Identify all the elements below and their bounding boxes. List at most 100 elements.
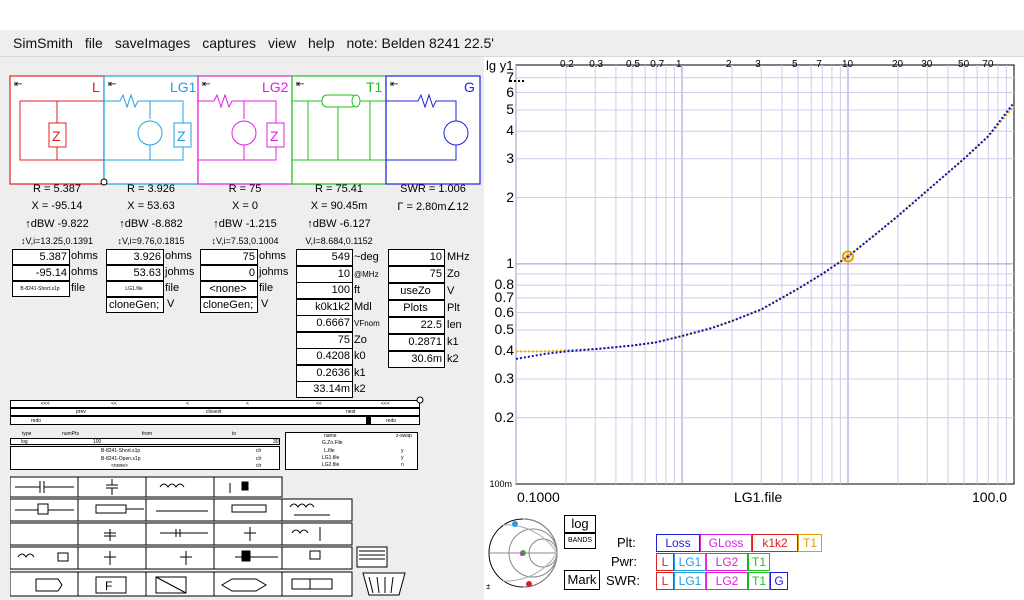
- t1-field-7[interactable]: 0.2636: [296, 364, 353, 382]
- plt-toggle-loss[interactable]: Loss: [656, 534, 700, 552]
- file-clr-1[interactable]: clr: [256, 448, 261, 454]
- log-button[interactable]: log: [564, 515, 596, 533]
- swr-toggle-l[interactable]: L: [656, 572, 674, 590]
- l-x-input[interactable]: -95.14: [12, 265, 70, 281]
- menu-simsmith[interactable]: SimSmith: [0, 35, 79, 51]
- sweep-prev[interactable]: prev: [76, 409, 86, 415]
- menu-save-images[interactable]: saveImages: [109, 35, 196, 51]
- lg2-x-input[interactable]: 0: [200, 265, 258, 281]
- y-tick-11: 0.4: [494, 342, 514, 359]
- label-g: G: [464, 79, 475, 95]
- g-field-5[interactable]: 0.2871: [388, 334, 445, 351]
- menu-view[interactable]: view: [262, 35, 302, 51]
- file-clr-2[interactable]: clr: [256, 456, 261, 462]
- map-row-3-swap[interactable]: y: [401, 455, 404, 461]
- t1-field-4[interactable]: 0.6667: [296, 315, 353, 332]
- lg2-clone-input[interactable]: cloneGen;: [200, 297, 258, 313]
- lg1-r-input[interactable]: 3.926: [106, 249, 164, 265]
- mark-button[interactable]: Mark: [564, 570, 600, 590]
- map-row-4-swap[interactable]: n: [401, 462, 404, 468]
- sweep-undo[interactable]: redo: [31, 418, 41, 424]
- pwr-toggle-lg2[interactable]: LG2: [706, 553, 748, 571]
- l-r-input[interactable]: 5.387: [12, 249, 70, 265]
- g-field-4[interactable]: 22.5: [388, 317, 445, 334]
- file-item-1[interactable]: B-8241-Short.s1p: [101, 448, 140, 454]
- file-item-3[interactable]: <none>: [111, 463, 128, 469]
- file-item-2[interactable]: B-8241-Open.s1p: [101, 456, 140, 462]
- plt-toggle-k1k2[interactable]: k1k2: [752, 534, 798, 552]
- sweep-btn-5[interactable]: <<: [316, 401, 322, 407]
- lg2-r-input[interactable]: 75: [200, 249, 258, 265]
- sweep-redo[interactable]: redo: [386, 418, 396, 424]
- cell-numpts[interactable]: 100: [93, 439, 101, 445]
- y-tick-12: 0.3: [494, 369, 514, 386]
- smith-chart-icon[interactable]: ±: [486, 513, 562, 593]
- menu-note[interactable]: note: Belden 8241 22.5': [340, 35, 499, 51]
- t1-field-8[interactable]: 33.14m: [296, 381, 353, 398]
- g-field-0[interactable]: 10: [388, 249, 445, 266]
- x-left-label: 0.1000: [517, 489, 560, 505]
- y-tick-13: 0.2: [494, 408, 514, 425]
- sweep-next[interactable]: next: [346, 409, 355, 415]
- plt-toggle-gloss[interactable]: GLoss: [700, 534, 752, 552]
- t1-field-2[interactable]: 100: [296, 282, 353, 299]
- pwr-toggle-lg1[interactable]: LG1: [674, 553, 706, 571]
- map-row-1-name[interactable]: G.Zo.File: [322, 440, 343, 446]
- t1-field-5[interactable]: 75: [296, 331, 353, 349]
- t1-field-0[interactable]: 549: [296, 249, 353, 266]
- lg1-file-input[interactable]: LG1.file: [106, 281, 164, 297]
- g-field-2[interactable]: useZo: [388, 283, 445, 300]
- sweep-separator: [366, 417, 371, 424]
- plot-area[interactable]: lg y1 0.2 0.3 0.5 0.7 1 2 3 5 7 10 20 30 50 70 765432…: [484, 57, 1024, 507]
- hdr-from: from: [142, 431, 152, 437]
- menu-captures[interactable]: captures: [196, 35, 262, 51]
- g-unit-4: len: [447, 319, 462, 331]
- swr-toggle-t1[interactable]: T1: [748, 572, 770, 590]
- y-tick-8: 0.7: [494, 288, 514, 305]
- t1-unit-1: @MHz: [354, 269, 379, 279]
- g-unit-6: k2: [447, 353, 459, 365]
- lg1-x-input[interactable]: 53.63: [106, 265, 164, 281]
- lg2-file-input[interactable]: <none>: [200, 281, 258, 297]
- g-unit-1: Zo: [447, 268, 460, 280]
- swr-toggle-lg2[interactable]: LG2: [706, 572, 748, 590]
- menu-help[interactable]: help: [302, 35, 340, 51]
- pwr-toggle-t1[interactable]: T1: [748, 553, 770, 571]
- cell-type[interactable]: log: [21, 439, 28, 445]
- g-field-3[interactable]: Plots: [388, 300, 445, 317]
- sweep-btn-3[interactable]: <: [186, 401, 189, 407]
- sweep-btn-4[interactable]: <: [246, 401, 249, 407]
- l-file-input[interactable]: B-8241-Short.s1p: [12, 281, 70, 297]
- file-clr-3[interactable]: clr: [256, 463, 261, 469]
- pwr-toggle-l[interactable]: L: [656, 553, 674, 571]
- swr-toggle-g[interactable]: G: [770, 572, 788, 590]
- l-r-readout: R = 5.387: [32, 183, 81, 195]
- t1-field-1[interactable]: 10: [296, 265, 353, 283]
- g-field-1[interactable]: 75: [388, 266, 445, 283]
- t1-field-6[interactable]: 0.4208: [296, 348, 353, 365]
- sweep-closest[interactable]: closest: [206, 409, 222, 415]
- sweep-btn-6[interactable]: <<<: [381, 401, 390, 407]
- sweep-knob[interactable]: [416, 396, 424, 404]
- t1-field-3[interactable]: k0k1k2: [296, 298, 353, 316]
- chart-svg[interactable]: [484, 57, 1024, 507]
- l-file-unit: file: [71, 282, 86, 294]
- g-field-6[interactable]: 30.6m: [388, 351, 445, 368]
- sweep-btn-1[interactable]: <<<: [41, 401, 50, 407]
- swr-toggle-lg1[interactable]: LG1: [674, 572, 706, 590]
- map-row-2-name[interactable]: L.file: [324, 448, 335, 454]
- bands-button[interactable]: BANDS: [564, 533, 596, 549]
- block-l[interactable]: ⇤ Z: [9, 75, 105, 185]
- left-panel: ⇤ Z ⇤ Z ⇤ Z ⇤ ⇤ L LG1 LG2 T1 G R = 5.387…: [0, 57, 484, 600]
- map-row-4-name[interactable]: LG2.file: [322, 462, 339, 468]
- plt-toggle-t1[interactable]: T1: [798, 534, 822, 552]
- circuit-blocks: ⇤ Z ⇤ Z ⇤ Z ⇤ ⇤: [9, 75, 481, 186]
- menu-file[interactable]: file: [79, 35, 109, 51]
- cell-to[interactable]: 30: [273, 439, 279, 445]
- map-row-2-swap[interactable]: y: [401, 448, 404, 454]
- sweep-btn-2[interactable]: <<: [111, 401, 117, 407]
- lg1-clone-input[interactable]: cloneGen;: [106, 297, 164, 313]
- lg1-r-unit: ohms: [165, 250, 192, 262]
- map-row-3-name[interactable]: LG1.file: [322, 455, 339, 461]
- file-table-row-1[interactable]: log 100 30: [10, 438, 280, 445]
